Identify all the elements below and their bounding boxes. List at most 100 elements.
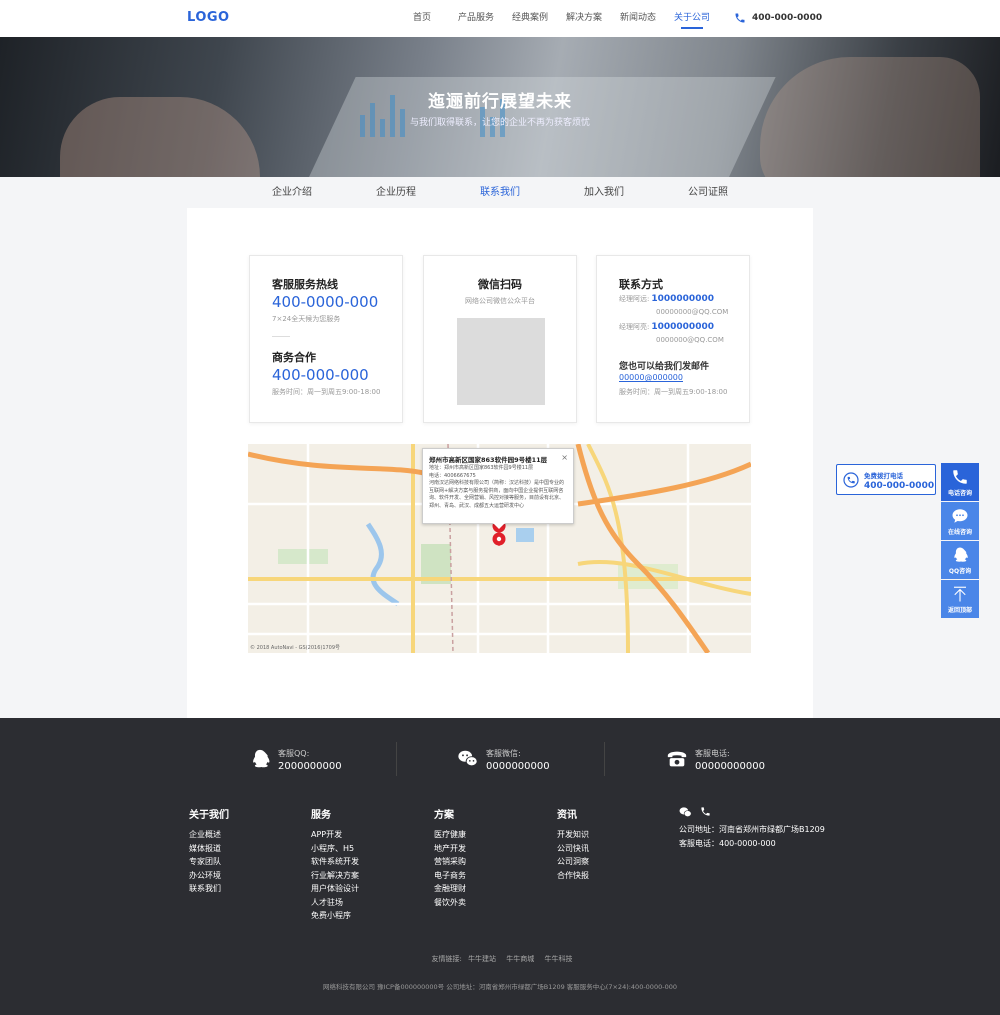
popup-tel: 电话：4006667675	[429, 473, 476, 479]
footer-link[interactable]: 开发知识	[557, 828, 589, 842]
footer-service-tel: 客服电话：400-0000-000	[679, 838, 776, 848]
manager-1-phone[interactable]: 1000000000	[651, 294, 714, 304]
friend-link[interactable]: 牛牛商城	[506, 955, 534, 963]
footer-link[interactable]: 餐饮外卖	[434, 896, 466, 910]
phone-popout[interactable]: 免费拨打电话 400-000-0000	[836, 464, 936, 495]
footer-link[interactable]: 公司快讯	[557, 842, 589, 856]
nav-news[interactable]: 新闻动态	[611, 0, 665, 37]
logo[interactable]: LOGO	[187, 10, 230, 25]
hotline-card: 客服服务热线 400-0000-000 7×24全天候为您服务 商务合作 400…	[249, 255, 403, 423]
wechat-qr-code	[457, 318, 545, 405]
nav-home[interactable]: 首页	[395, 0, 449, 37]
footer-link[interactable]: 电子商务	[434, 869, 466, 883]
footer-col-news: 资讯 开发知识 公司快讯 公司洞察 合作快报	[557, 806, 589, 882]
manager-2-phone[interactable]: 1000000000	[651, 322, 714, 332]
header: LOGO 首页 产品服务 经典案例 解决方案 新闻动态 关于公司 400-000…	[0, 0, 1000, 37]
footer-col-about: 关于我们 企业概述 媒体报道 专家团队 办公环境 联系我们	[189, 806, 229, 896]
footer-divider	[604, 742, 605, 776]
manager-2-label: 经理阿亮:	[619, 323, 650, 331]
phone-icon[interactable]	[700, 806, 711, 817]
footer-link[interactable]: 软件系统开发	[311, 855, 359, 869]
subnav-contact[interactable]: 联系我们	[448, 177, 552, 208]
footer-link[interactable]: 医疗健康	[434, 828, 466, 842]
footer-link[interactable]: 营销采购	[434, 855, 466, 869]
about-subnav: 企业介绍 企业历程 联系我们 加入我们 公司证照	[240, 177, 760, 208]
friend-link[interactable]: 牛牛建站	[468, 955, 496, 963]
footer-link[interactable]: 行业解决方案	[311, 869, 359, 883]
footer-link[interactable]: 人才驻场	[311, 896, 359, 910]
subnav-join[interactable]: 加入我们	[552, 177, 656, 208]
subnav-license[interactable]: 公司证照	[656, 177, 760, 208]
footer: 客服QQ: 2000000000 客服微信: 0000000000 客服电话: …	[0, 718, 1000, 1015]
business-title: 商务合作	[272, 351, 316, 364]
copyright: 网络科技有限公司 豫ICP备000000000号 公司地址：河南省郑州市绿都广场…	[323, 983, 677, 991]
footer-link[interactable]: 免费小程序	[311, 909, 359, 923]
phone-consult-button[interactable]: 电话咨询	[941, 463, 979, 501]
business-hours: 服务时间：周一到周五9:00-18:00	[272, 388, 381, 396]
footer-qq-value: 2000000000	[278, 761, 342, 772]
subnav-history[interactable]: 企业历程	[344, 177, 448, 208]
close-icon[interactable]: ×	[561, 453, 568, 462]
footer-link[interactable]: APP开发	[311, 828, 359, 842]
popout-title: 免费拨打电话	[864, 472, 903, 480]
contact-card: 联系方式 经理阿远: 1000000000 00000000@QQ.COM 经理阿…	[596, 255, 750, 423]
map-credit: © 2018 AutoNavi - GS(2016)1709号	[250, 645, 341, 651]
wechat-card: 微信扫码 网络公司微信公众平台	[423, 255, 577, 423]
popout-number: 400-000-0000	[864, 481, 935, 491]
hotline-number[interactable]: 400-0000-000	[272, 293, 378, 311]
back-to-top-button[interactable]: 返回顶部	[941, 580, 979, 618]
card-divider	[272, 336, 290, 337]
subnav-intro[interactable]: 企业介绍	[240, 177, 344, 208]
footer-link[interactable]: 金融理财	[434, 882, 466, 896]
phone-icon	[953, 470, 967, 484]
footer-divider	[396, 742, 397, 776]
content-area: 企业介绍 企业历程 联系我们 加入我们 公司证照 客服服务热线 400-0000…	[0, 177, 1000, 718]
footer-address: 公司地址：河南省郑州市绿都广场B1209	[679, 825, 825, 834]
hotline-title: 客服服务热线	[272, 278, 338, 291]
wechat-subtitle: 网络公司微信公众平台	[465, 297, 535, 305]
qq-icon	[954, 547, 968, 562]
arrow-up-icon	[954, 586, 966, 602]
footer-col-title: 方案	[434, 810, 454, 821]
phone-icon	[735, 13, 745, 23]
online-consult-button[interactable]: 在线咨询	[941, 502, 979, 540]
header-phone-number: 400-000-0000	[752, 13, 823, 23]
manager-1: 经理阿远: 1000000000	[619, 294, 714, 304]
qq-consult-button[interactable]: QQ咨询	[941, 541, 979, 579]
friend-link[interactable]: 牛牛科技	[545, 955, 573, 963]
wechat-icon[interactable]	[679, 806, 692, 818]
banner-subtitle: 与我们取得联系，让您的企业不再为获客烦忧	[409, 118, 590, 128]
nav-products[interactable]: 产品服务	[449, 0, 503, 37]
footer-link[interactable]: 地产开发	[434, 842, 466, 856]
nav-solutions[interactable]: 解决方案	[557, 0, 611, 37]
chat-bubble-icon	[952, 509, 968, 523]
footer-col-service: 服务 APP开发 小程序、H5 软件系统开发 行业解决方案 用户体验设计 人才驻…	[311, 806, 359, 923]
footer-link[interactable]: 用户体验设计	[311, 882, 359, 896]
email-link[interactable]: 00000@000000	[619, 373, 683, 382]
contact-title: 联系方式	[619, 278, 663, 291]
footer-col-title: 资讯	[557, 810, 577, 821]
manager-2-mail[interactable]: 0000000@QQ.COM	[656, 336, 724, 344]
footer-link[interactable]: 媒体报道	[189, 842, 229, 856]
nav-cases[interactable]: 经典案例	[503, 0, 557, 37]
footer-link[interactable]: 联系我们	[189, 882, 229, 896]
footer-link[interactable]: 公司洞察	[557, 855, 589, 869]
footer-link[interactable]: 企业概述	[189, 828, 229, 842]
manager-1-mail[interactable]: 00000000@QQ.COM	[656, 308, 728, 316]
phone-consult-label: 电话咨询	[947, 490, 972, 497]
footer-link[interactable]: 专家团队	[189, 855, 229, 869]
footer-link[interactable]: 办公环境	[189, 869, 229, 883]
business-number[interactable]: 400-000-000	[272, 366, 369, 384]
popup-title: 郑州市高新区国家863软件园9号楼11层	[429, 456, 548, 464]
wechat-icon	[458, 750, 478, 767]
header-phone: 400-000-0000	[734, 12, 822, 24]
email-title: 您也可以给我们发邮件	[619, 362, 710, 372]
footer-link[interactable]: 小程序、H5	[311, 842, 359, 856]
online-consult-label: 在线咨询	[947, 529, 972, 536]
map-info-popup: 郑州市高新区国家863软件园9号楼11层 × 地址：郑州市高新区国家863软件园…	[422, 448, 574, 529]
footer-qq-label: 客服QQ:	[278, 749, 310, 758]
footer-link[interactable]: 合作快报	[557, 869, 589, 883]
contact-panel: 客服服务热线 400-0000-000 7×24全天候为您服务 商务合作 400…	[187, 208, 813, 718]
location-map[interactable]: 郑州市高新区国家863软件园9号楼11层 × 地址：郑州市高新区国家863软件园…	[248, 444, 751, 653]
nav-about[interactable]: 关于公司	[665, 0, 719, 37]
